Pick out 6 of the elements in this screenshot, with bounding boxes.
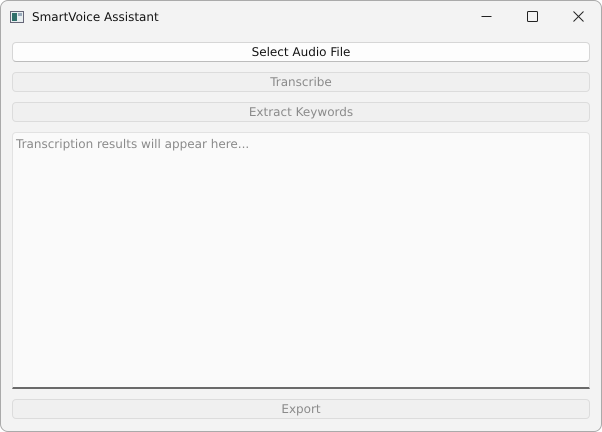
app-icon — [10, 10, 24, 22]
window-title: SmartVoice Assistant — [32, 10, 160, 24]
action-button[interactable]: Select Audio File — [12, 42, 590, 62]
maximize-icon[interactable] — [526, 11, 538, 22]
close-icon[interactable] — [572, 11, 584, 22]
transcription-field[interactable]: Transcription results will appear here... — [12, 132, 590, 389]
